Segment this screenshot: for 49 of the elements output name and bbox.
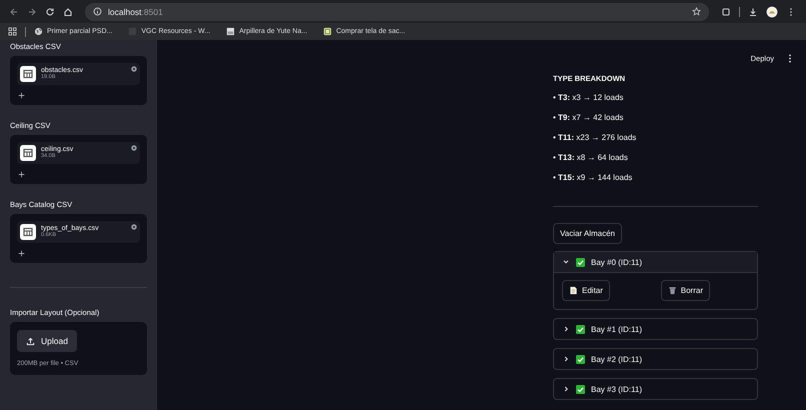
breakdown-item: • T15: x9 → 144 loads bbox=[553, 173, 634, 182]
file-icon bbox=[20, 145, 36, 161]
home-icon[interactable] bbox=[63, 6, 73, 16]
breakdown-item: • T9: x7 → 42 loads bbox=[553, 113, 624, 122]
bay-header[interactable]: Bay #0 (ID:11) bbox=[554, 252, 757, 273]
file-icon bbox=[20, 224, 36, 240]
reload-icon[interactable] bbox=[45, 6, 55, 16]
upload-button[interactable]: Upload bbox=[17, 330, 77, 352]
remove-icon[interactable] bbox=[131, 145, 137, 151]
chevron-down-icon bbox=[562, 258, 570, 266]
bay-header[interactable]: Bay #3 (ID:11) bbox=[554, 379, 757, 399]
site-icon bbox=[323, 27, 332, 36]
add-icon[interactable] bbox=[18, 92, 25, 99]
image-icon bbox=[226, 27, 236, 36]
clear-button[interactable]: Vaciar Almacén bbox=[553, 223, 622, 244]
chevron-right-icon bbox=[562, 385, 570, 393]
remove-icon[interactable] bbox=[131, 66, 137, 72]
trash-icon bbox=[668, 286, 677, 295]
forward-icon[interactable] bbox=[27, 6, 37, 16]
globe-icon bbox=[34, 27, 43, 36]
check-icon bbox=[576, 384, 585, 394]
upload-icon bbox=[26, 336, 35, 346]
more-icon[interactable] bbox=[788, 54, 792, 62]
add-icon[interactable] bbox=[18, 250, 25, 257]
check-icon bbox=[576, 324, 585, 334]
back-icon[interactable] bbox=[9, 6, 19, 16]
site-icon bbox=[128, 27, 138, 36]
breakdown-item: • T3: x3 → 12 loads bbox=[553, 93, 624, 102]
bay-header[interactable]: Bay #2 (ID:11) bbox=[554, 349, 757, 369]
edit-button[interactable]: Editar bbox=[562, 280, 610, 301]
remove-icon[interactable] bbox=[131, 224, 137, 230]
chevron-right-icon bbox=[562, 325, 570, 333]
breakdown-item: • T11: x23 → 276 loads bbox=[553, 133, 638, 142]
chevron-right-icon bbox=[562, 355, 570, 363]
star-icon[interactable] bbox=[692, 7, 701, 16]
add-icon[interactable] bbox=[18, 171, 25, 178]
address-bar[interactable]: localhost:8501 bbox=[85, 2, 709, 20]
apps-icon[interactable] bbox=[8, 27, 17, 36]
check-icon bbox=[576, 354, 585, 364]
bay-header[interactable]: Bay #1 (ID:11) bbox=[554, 319, 757, 339]
extensions-icon[interactable] bbox=[721, 6, 731, 16]
memo-icon bbox=[569, 286, 578, 295]
breakdown-item: • T13: x8 → 64 loads bbox=[553, 153, 629, 162]
download-icon[interactable] bbox=[748, 6, 758, 16]
info-icon[interactable] bbox=[93, 7, 102, 16]
delete-button[interactable]: Borrar bbox=[660, 280, 710, 301]
check-icon bbox=[576, 258, 585, 266]
avatar-icon[interactable] bbox=[766, 6, 778, 18]
file-icon bbox=[20, 66, 36, 82]
